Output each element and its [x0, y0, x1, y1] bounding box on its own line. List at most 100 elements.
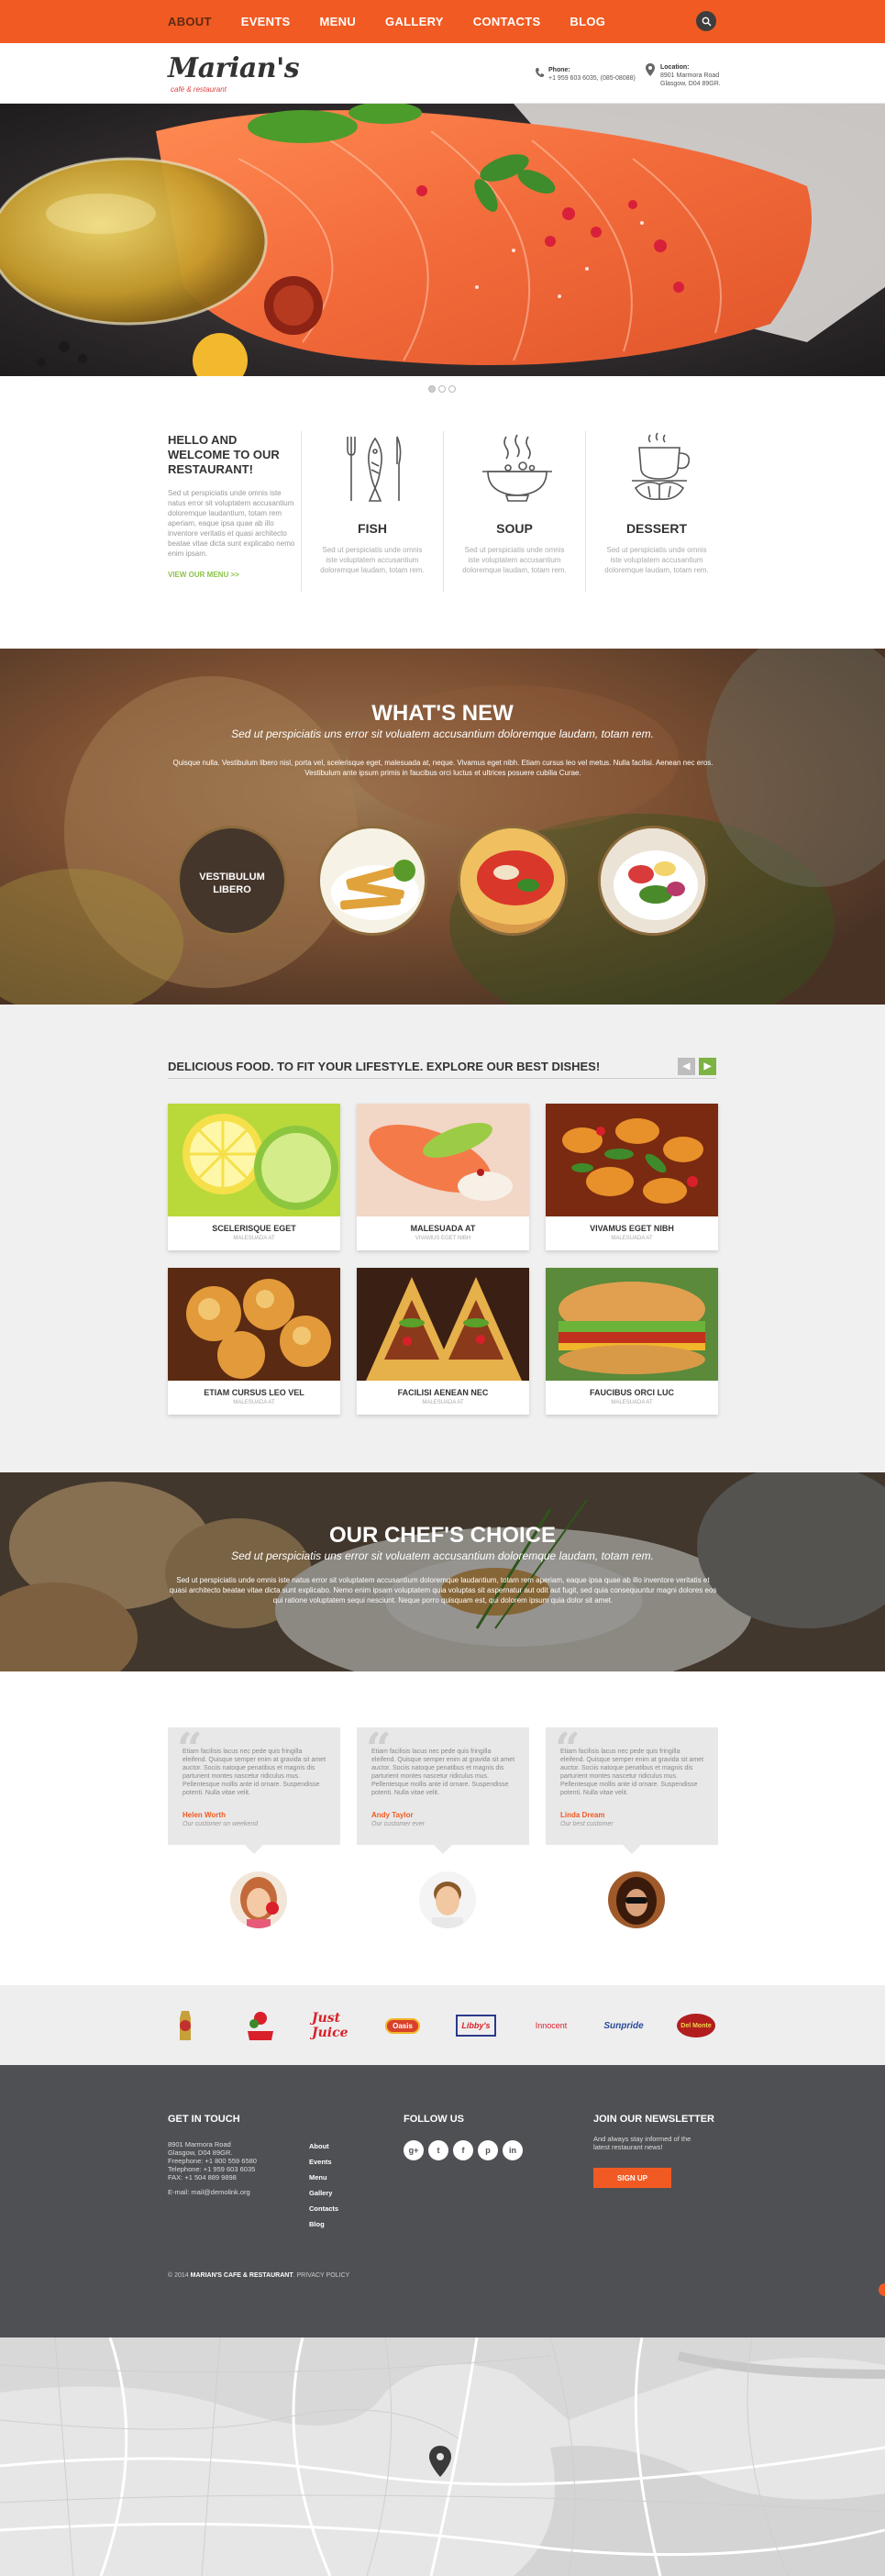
- top-navigation: ABOUT EVENTS MENU GALLERY CONTACTS BLOG: [0, 0, 885, 43]
- linkedin-icon[interactable]: in: [503, 2140, 523, 2160]
- address-line1: 8901 Marmora Road: [168, 2140, 231, 2149]
- address-line2: Glasgow, D04 89GR.: [168, 2149, 233, 2157]
- privacy-policy-link[interactable]: . PRIVACY POLICY: [293, 2272, 350, 2279]
- dish-image: [546, 1104, 718, 1216]
- dish-card[interactable]: MALESUADA AT VIVAMUS EGET NIBH: [357, 1104, 529, 1250]
- follow-us-title: FOLLOW US: [404, 2114, 464, 2125]
- testimonial-role: Our customer ever: [371, 1821, 425, 1827]
- brand-chiquita-icon: [248, 2012, 273, 2040]
- whats-new-text: Quisque nulla. Vestibulum libero nisl, p…: [172, 759, 714, 777]
- dessert-icon: [632, 432, 691, 501]
- carousel-prev-button[interactable]: ◀: [678, 1058, 695, 1075]
- speech-tail: [434, 1845, 452, 1854]
- testimonial-card: “ Etiam facilisis lacus nec pede quis fr…: [168, 1724, 340, 1854]
- nav-item-events[interactable]: EVENTS: [241, 15, 291, 28]
- copyright-year: © 2014: [168, 2272, 189, 2279]
- welcome-text: Sed ut perspiciatis unde omnis iste natu…: [168, 489, 295, 558]
- dish-name: VIVAMUS EGET NIBH: [590, 1224, 674, 1233]
- facebook-icon[interactable]: f: [453, 2140, 473, 2160]
- sign-up-button[interactable]: SIGN UP: [593, 2168, 671, 2188]
- dish-card[interactable]: SCELERISQUE EGET MALESUADA AT: [168, 1104, 340, 1250]
- brand-logo-sunpride[interactable]: Sunpride: [601, 2007, 647, 2044]
- footer-link-about[interactable]: About: [309, 2142, 329, 2150]
- logo[interactable]: Marian's: [168, 52, 300, 84]
- fish-icon: [347, 436, 402, 502]
- google-plus-icon[interactable]: g+: [404, 2140, 424, 2160]
- news-circle[interactable]: [458, 826, 568, 936]
- dish-name: FACILISI AENEAN NEC: [397, 1388, 489, 1397]
- brand-logo-ocean-spray[interactable]: [171, 2007, 199, 2044]
- email[interactable]: E-mail: mail@demolink.org: [168, 2188, 257, 2196]
- news-circle[interactable]: [317, 826, 427, 936]
- location-line2: Glasgow, D04 89GR.: [660, 81, 721, 87]
- feature-title: FISH: [358, 521, 387, 536]
- testimonial-name: Helen Worth: [183, 1811, 226, 1819]
- dish-card[interactable]: FAUCIBUS ORCI LUC MALESUADA AT: [546, 1268, 718, 1415]
- news-circle-label: VESTIBULUM LIBERO: [199, 872, 265, 895]
- location-line1: 8901 Marmora Road: [660, 72, 720, 79]
- pinterest-icon[interactable]: p: [478, 2140, 498, 2160]
- testimonial-text: Etiam facilisis lacus nec pede quis frin…: [371, 1749, 515, 1796]
- dishes-title: DELICIOUS FOOD. TO FIT YOUR LIFESTYLE. E…: [168, 1060, 601, 1073]
- fax: FAX: +1 504 889 9898: [168, 2173, 237, 2182]
- chef-subtitle: Sed ut perspiciatis uns error sit voluat…: [231, 1549, 654, 1562]
- contact-info: 8901 Marmora Road Glasgow, D04 89GR. Fre…: [168, 2140, 257, 2196]
- chef-background: [0, 1472, 885, 1671]
- soup-icon: [482, 434, 552, 502]
- dish-card[interactable]: FACILISI AENEAN NEC MALESUADA AT: [357, 1268, 529, 1415]
- brand-logo-del-monte[interactable]: Del Monte: [675, 2007, 717, 2044]
- brand-logo-innocent[interactable]: Innocent: [525, 2007, 577, 2044]
- twitter-icon[interactable]: t: [428, 2140, 448, 2160]
- slider-dot[interactable]: [448, 385, 456, 393]
- brand-logo-libbys[interactable]: Libby's: [455, 2007, 497, 2044]
- slider-dot[interactable]: [438, 385, 446, 393]
- feature-fish: FISH Sed ut perspiciatis unde omnis iste…: [301, 431, 443, 592]
- nav-item-blog[interactable]: BLOG: [570, 15, 605, 28]
- welcome-title: Hello and welcome to our restaurant!: [168, 433, 280, 476]
- testimonial-role: Our customer on weekend: [183, 1821, 259, 1827]
- telephone: Telephone: +1 959 603 6035: [168, 2165, 256, 2173]
- dish-card[interactable]: VIVAMUS EGET NIBH MALESUADA AT: [546, 1104, 718, 1250]
- dish-card[interactable]: ETIAM CURSUS LEO VEL MALESUADA AT: [168, 1268, 340, 1415]
- whats-new-subtitle: Sed ut perspiciatis uns error sit voluat…: [231, 727, 654, 740]
- dish-category: MALESUADA AT: [233, 1400, 275, 1405]
- footer-link-menu[interactable]: Menu: [309, 2173, 327, 2182]
- avatar: [608, 1871, 665, 1928]
- phone-label: Phone:: [548, 67, 570, 73]
- nav-item-about[interactable]: ABOUT: [168, 15, 212, 28]
- carousel-next-button[interactable]: ▶: [699, 1058, 716, 1075]
- dish-image: [168, 1104, 340, 1216]
- footer-link-blog[interactable]: Blog: [309, 2220, 325, 2228]
- phone-info: Phone: +1 959 603 6035, (085-08088): [548, 66, 636, 83]
- dish-category: MALESUADA AT: [422, 1400, 464, 1405]
- nav-item-contacts[interactable]: CONTACTS: [473, 15, 541, 28]
- testimonial-text: Etiam facilisis lacus nec pede quis frin…: [183, 1749, 326, 1796]
- location-pin-icon: [646, 63, 655, 76]
- nav-item-menu[interactable]: MENU: [320, 15, 356, 28]
- slider-dot[interactable]: [428, 385, 436, 393]
- nav-item-gallery[interactable]: GALLERY: [385, 15, 444, 28]
- footer-link-gallery[interactable]: Gallery: [309, 2189, 332, 2197]
- brand-logo-just-juice[interactable]: Just Juice: [312, 2007, 358, 2044]
- testimonial-card: “ Etiam facilisis lacus nec pede quis fr…: [357, 1724, 529, 1854]
- testimonial-name: Andy Taylor: [371, 1811, 414, 1819]
- search-button[interactable]: [696, 11, 716, 31]
- brand-logo-oasis[interactable]: Oasis: [380, 2007, 426, 2044]
- dish-name: FAUCIBUS ORCI LUC: [590, 1388, 674, 1397]
- footer-link-contacts[interactable]: Contacts: [309, 2204, 338, 2213]
- whats-new-title: WHAT'S NEW: [371, 701, 514, 726]
- scroll-top-button[interactable]: [879, 2283, 885, 2296]
- view-menu-link[interactable]: VIEW OUR MENU >>: [168, 571, 239, 579]
- dish-image: [546, 1268, 718, 1381]
- news-circle[interactable]: [598, 826, 708, 936]
- newsletter-text: And always stay informed of the latest r…: [593, 2135, 691, 2151]
- site-header: Marian's café & restaurant Phone: +1 959…: [0, 43, 885, 104]
- footer-link-events[interactable]: Events: [309, 2158, 332, 2166]
- brand-logo-chiquita[interactable]: [242, 2007, 279, 2044]
- news-circle[interactable]: VESTIBULUM LIBERO: [177, 826, 287, 936]
- testimonial-name: Linda Dream: [560, 1811, 605, 1819]
- phone-value: +1 959 603 6035, (085-08088): [548, 75, 636, 82]
- hero-slider: [0, 104, 885, 376]
- location-map[interactable]: [0, 2337, 885, 2576]
- map-image: [0, 2337, 885, 2576]
